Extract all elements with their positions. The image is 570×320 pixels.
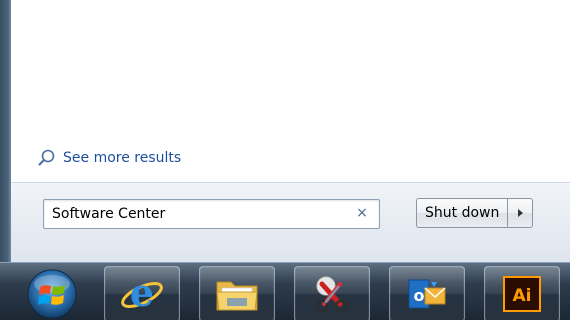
clear-search-icon[interactable]: × — [355, 205, 369, 221]
svg-text:o: o — [414, 286, 425, 305]
taskbar: e o Ai — [0, 262, 570, 320]
windows-logo-icon — [27, 269, 77, 319]
search-input[interactable] — [52, 206, 352, 222]
outlook-icon: o — [408, 279, 446, 309]
shut-down-button[interactable]: Shut down — [416, 198, 508, 228]
svg-text:Ai: Ai — [513, 286, 532, 306]
search-box[interactable]: × — [43, 199, 380, 229]
start-button[interactable] — [22, 267, 82, 319]
chevron-right-icon — [517, 209, 523, 217]
folder-icon — [216, 281, 258, 311]
ie-icon: e — [121, 271, 163, 315]
taskbar-button-windows-explorer[interactable] — [199, 266, 275, 320]
illustrator-icon: Ai — [503, 276, 541, 312]
see-more-results-label: See more results — [63, 150, 182, 166]
scissors-icon — [315, 276, 348, 313]
search-icon — [38, 149, 55, 166]
svg-text:e: e — [130, 271, 154, 315]
start-menu-bottom-panel: × Shut down — [11, 182, 570, 263]
shutdown-group: Shut down — [416, 198, 534, 228]
taskbar-button-snipping-tool[interactable] — [294, 266, 370, 320]
start-menu-left-edge — [0, 0, 11, 262]
see-more-results-link[interactable]: See more results — [37, 148, 181, 168]
taskbar-button-outlook[interactable]: o — [389, 266, 465, 320]
taskbar-button-illustrator[interactable]: Ai — [484, 266, 560, 320]
screen: See more results × Shut down — [0, 0, 570, 320]
taskbar-button-internet-explorer[interactable]: e — [104, 266, 180, 320]
shutdown-options-button[interactable] — [507, 198, 534, 228]
